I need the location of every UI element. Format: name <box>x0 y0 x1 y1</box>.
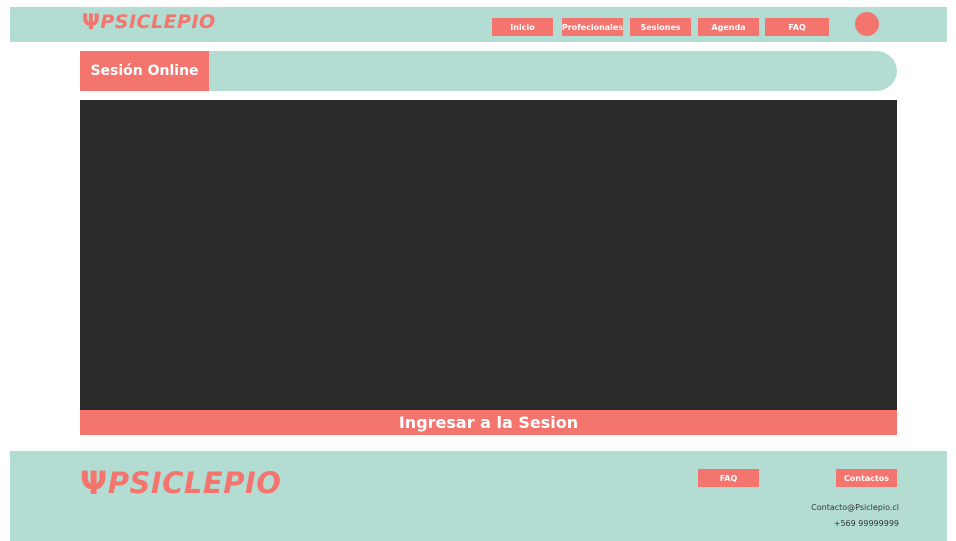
caduceus-icon: Ψ <box>82 10 101 34</box>
nav-agenda-button[interactable]: Agenda <box>698 18 759 36</box>
contact-email[interactable]: Contacto@Psiclepio.cl <box>811 503 899 512</box>
footer-caduceus-icon: Ψ <box>80 464 108 502</box>
nav-inicio-button[interactable]: Inicio <box>492 18 553 36</box>
footer-faq-button[interactable]: FAQ <box>698 469 759 487</box>
brand-logo[interactable]: Ψ PSICLEPIO <box>82 9 216 35</box>
page-title: Sesión Online <box>80 51 209 91</box>
user-avatar[interactable] <box>855 12 879 36</box>
footer-brand-name: PSICLEPIO <box>107 466 282 500</box>
footer-contactos-button[interactable]: Contactos <box>836 469 897 487</box>
nav-sesiones-button[interactable]: Sesiones <box>630 18 691 36</box>
join-session-button[interactable]: Ingresar a la Sesion <box>80 410 897 435</box>
nav-profecionales-button[interactable]: Profecionales <box>562 18 623 36</box>
brand-name: PSICLEPIO <box>100 11 216 33</box>
contact-phone: +569 99999999 <box>833 519 899 528</box>
video-area <box>80 100 897 410</box>
nav-faq-button[interactable]: FAQ <box>765 18 829 36</box>
footer-brand-logo[interactable]: Ψ PSICLEPIO <box>80 463 281 503</box>
